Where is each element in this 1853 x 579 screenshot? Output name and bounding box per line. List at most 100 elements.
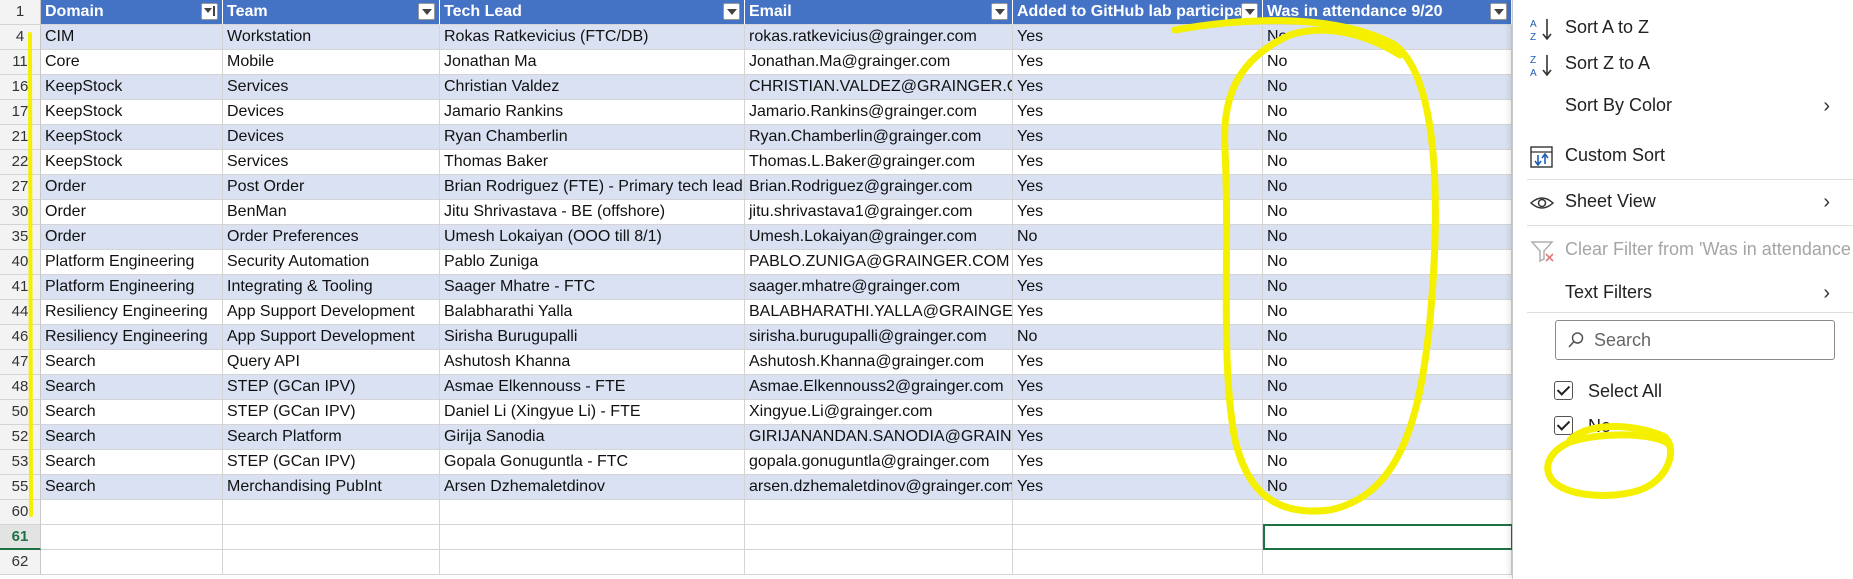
table-cell[interactable]: Search <box>41 375 223 400</box>
table-cell[interactable]: Ryan Chamberlin <box>440 125 745 150</box>
table-cell[interactable]: CIM <box>41 25 223 50</box>
table-cell[interactable]: Workstation <box>223 25 440 50</box>
table-cell[interactable]: No <box>1263 25 1512 50</box>
table-cell[interactable]: Resiliency Engineering <box>41 325 223 350</box>
row-number[interactable]: 61 <box>0 525 41 550</box>
row-number[interactable]: 11 <box>0 50 41 75</box>
table-cell[interactable]: Devices <box>223 100 440 125</box>
table-cell[interactable]: Yes <box>1013 425 1263 450</box>
table-cell[interactable]: saager.mhatre@grainger.com <box>745 275 1013 300</box>
table-cell[interactable]: Jitu Shrivastava - BE (offshore) <box>440 200 745 225</box>
table-cell[interactable]: No <box>1263 50 1512 75</box>
table-cell[interactable]: Jamario.Rankins@grainger.com <box>745 100 1013 125</box>
table-cell[interactable]: Yes <box>1013 175 1263 200</box>
table-cell[interactable]: Search <box>41 450 223 475</box>
table-cell[interactable]: Christian Valdez <box>440 75 745 100</box>
table-cell[interactable]: Jonathan.Ma@grainger.com <box>745 50 1013 75</box>
sort-a-to-z-item[interactable]: A Z Sort A to Z <box>1513 8 1853 48</box>
table-cell[interactable]: No <box>1013 325 1263 350</box>
row-number[interactable]: 22 <box>0 150 41 175</box>
table-cell[interactable]: Sirisha Burugupalli <box>440 325 745 350</box>
table-cell[interactable]: Core <box>41 50 223 75</box>
table-cell[interactable]: BALABHARATHI.YALLA@GRAINGER.COM <box>745 300 1013 325</box>
column-header[interactable]: Team <box>223 0 440 25</box>
row-number[interactable]: 27 <box>0 175 41 200</box>
column-header[interactable]: Was in attendance 9/20 <box>1263 0 1512 25</box>
table-cell[interactable]: No <box>1263 450 1512 475</box>
table-cell[interactable]: Yes <box>1013 300 1263 325</box>
table-cell[interactable]: Ashutosh.Khanna@grainger.com <box>745 350 1013 375</box>
row-number[interactable]: 52 <box>0 425 41 450</box>
table-cell[interactable]: App Support Development <box>223 325 440 350</box>
table-cell[interactable] <box>223 525 440 550</box>
table-cell[interactable] <box>745 525 1013 550</box>
table-cell[interactable]: Search <box>41 350 223 375</box>
table-cell[interactable]: Asmae.Elkennouss2@grainger.com <box>745 375 1013 400</box>
row-number[interactable]: 53 <box>0 450 41 475</box>
table-cell[interactable]: STEP (GCan IPV) <box>223 400 440 425</box>
table-cell[interactable]: Yes <box>1013 25 1263 50</box>
table-cell[interactable] <box>41 550 223 575</box>
table-cell[interactable]: Platform Engineering <box>41 250 223 275</box>
table-cell[interactable] <box>745 500 1013 525</box>
table-cell[interactable]: Devices <box>223 125 440 150</box>
clear-filter-item[interactable]: Clear Filter from 'Was in attendance 9/ <box>1513 230 1853 270</box>
row-number[interactable]: 30 <box>0 200 41 225</box>
table-cell[interactable]: Yes <box>1013 200 1263 225</box>
table-cell[interactable]: jitu.shrivastava1@grainger.com <box>745 200 1013 225</box>
row-number[interactable]: 16 <box>0 75 41 100</box>
table-cell[interactable]: No <box>1263 325 1512 350</box>
filter-dropdown-icon[interactable] <box>991 3 1008 20</box>
table-cell[interactable]: KeepStock <box>41 150 223 175</box>
table-cell[interactable]: Arsen Dzhemaletdinov <box>440 475 745 500</box>
table-cell[interactable]: Platform Engineering <box>41 275 223 300</box>
table-cell[interactable]: arsen.dzhemaletdinov@grainger.com <box>745 475 1013 500</box>
table-cell[interactable]: Girija Sanodia <box>440 425 745 450</box>
row-number[interactable]: 1 <box>0 0 41 25</box>
table-cell[interactable]: Yes <box>1013 150 1263 175</box>
table-cell[interactable]: KeepStock <box>41 100 223 125</box>
table-cell[interactable]: rokas.ratkevicius@grainger.com <box>745 25 1013 50</box>
table-cell[interactable]: Services <box>223 150 440 175</box>
table-cell[interactable]: Brian Rodriguez (FTE) - Primary tech lea… <box>440 175 745 200</box>
table-cell[interactable]: Pablo Zuniga <box>440 250 745 275</box>
table-cell[interactable]: Order <box>41 225 223 250</box>
table-cell[interactable]: Jamario Rankins <box>440 100 745 125</box>
sort-z-to-a-item[interactable]: Z A Sort Z to A <box>1513 44 1853 84</box>
select-all-checkbox[interactable] <box>1554 381 1573 400</box>
sort-by-color-item[interactable]: Sort By Color › <box>1513 86 1853 126</box>
table-cell[interactable]: Yes <box>1013 375 1263 400</box>
table-cell[interactable]: KeepStock <box>41 75 223 100</box>
spreadsheet-grid[interactable]: 1 Domain Team Tech Lead Email Added to GitHub… <box>0 0 1512 579</box>
table-cell[interactable]: Query API <box>223 350 440 375</box>
table-cell[interactable]: KeepStock <box>41 125 223 150</box>
row-number[interactable]: 17 <box>0 100 41 125</box>
sort-filter-dropdown-icon[interactable] <box>201 3 218 20</box>
table-cell[interactable]: Search <box>41 475 223 500</box>
table-cell[interactable]: Yes <box>1013 75 1263 100</box>
table-cell[interactable]: GIRIJANANDAN.SANODIA@GRAINGER.COM <box>745 425 1013 450</box>
table-cell[interactable]: Jonathan Ma <box>440 50 745 75</box>
row-number[interactable]: 40 <box>0 250 41 275</box>
table-cell[interactable]: No <box>1263 375 1512 400</box>
table-cell[interactable]: No <box>1263 100 1512 125</box>
table-cell[interactable]: Integrating & Tooling <box>223 275 440 300</box>
table-cell[interactable]: Yes <box>1013 50 1263 75</box>
table-cell[interactable]: Security Automation <box>223 250 440 275</box>
table-cell[interactable]: No <box>1263 250 1512 275</box>
table-cell[interactable]: Brian.Rodriguez@grainger.com <box>745 175 1013 200</box>
table-cell[interactable]: Asmae Elkennouss - FTE <box>440 375 745 400</box>
table-cell[interactable] <box>1263 550 1512 575</box>
table-cell[interactable]: No <box>1263 400 1512 425</box>
table-cell[interactable]: Yes <box>1013 100 1263 125</box>
table-cell[interactable]: gopala.gonuguntla@grainger.com <box>745 450 1013 475</box>
table-cell[interactable]: STEP (GCan IPV) <box>223 450 440 475</box>
table-cell[interactable]: Search Platform <box>223 425 440 450</box>
filter-dropdown-icon[interactable] <box>1241 3 1258 20</box>
table-cell[interactable]: Umesh Lokaiyan (OOO till 8/1) <box>440 225 745 250</box>
column-header[interactable]: Email <box>745 0 1013 25</box>
column-header[interactable]: Added to GitHub lab participan <box>1013 0 1263 25</box>
column-header[interactable]: Domain <box>41 0 223 25</box>
table-cell[interactable] <box>1013 500 1263 525</box>
table-cell[interactable]: Order Preferences <box>223 225 440 250</box>
